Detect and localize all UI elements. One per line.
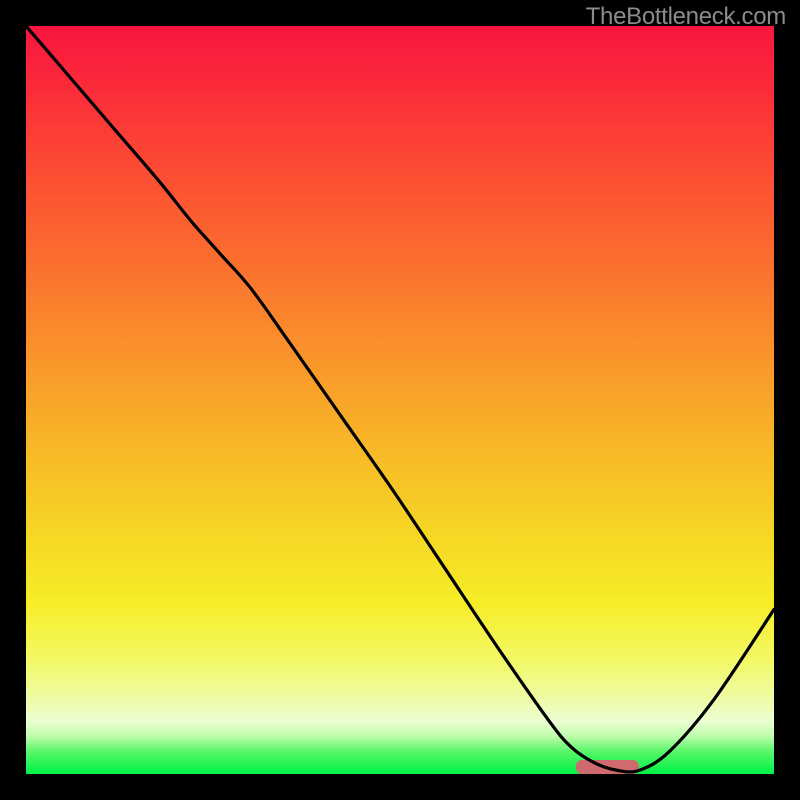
plot-area <box>26 26 774 774</box>
chart-frame: TheBottleneck.com <box>0 0 800 800</box>
bottleneck-curve <box>26 26 774 774</box>
